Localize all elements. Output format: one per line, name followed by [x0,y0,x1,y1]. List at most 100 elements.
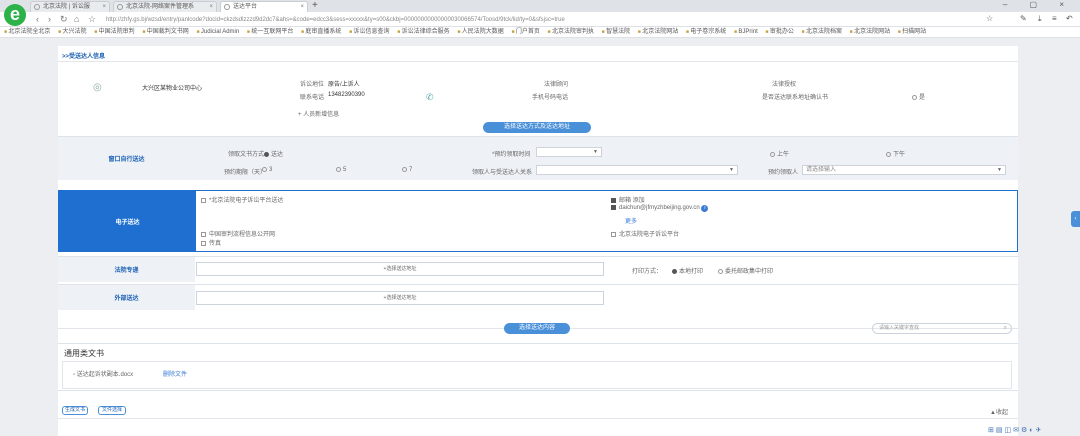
app-checkbox[interactable]: 北京法院电子诉讼平台 [611,229,679,238]
fax-checkbox[interactable]: 传真 [201,238,221,247]
phone-value: 13482390390 [328,92,365,98]
close-icon[interactable]: × [300,2,304,12]
more-link[interactable]: 更多 [625,216,637,225]
bookmark-item[interactable]: 中国裁判文书网 [142,27,189,37]
bookmark-star-icon[interactable]: ☆ [88,14,96,25]
print-opt2: 委托邮政集中打印 [725,269,774,275]
pm-option: 下午 [893,152,906,158]
am-option: 上午 [777,152,790,158]
person-icon: ◎ [93,82,102,93]
bookmark-item[interactable]: 统一互联网平台 [247,27,293,37]
favorite-star-icon[interactable]: ☆ [986,14,993,23]
post-address-input[interactable]: +选择送达地址 [196,262,604,276]
outside-address-input[interactable]: +选择送达地址 [196,291,604,305]
search-input[interactable]: 请输入关键字查找 ⌕ [872,323,1012,334]
wechat-checkbox[interactable]: 中国审判流程信息公开网 [201,229,275,238]
date-select[interactable]: ▼ [536,147,602,157]
am-radio[interactable]: 上午 [770,149,789,158]
download-icon[interactable]: ⤓ [1038,14,1042,24]
recipient-placeholder: 请选择输入 [806,167,837,173]
select-file-button[interactable]: 文件选择 [98,406,126,415]
email-value: daichun@jfmyzhbeijing.gov.cn [619,205,700,211]
refresh-icon[interactable]: ↻ [60,14,68,25]
post-delivery-label: 法院专递 [58,257,195,282]
info-icon[interactable]: i [701,205,709,212]
close-icon[interactable]: × [102,2,106,12]
side-float-button[interactable]: ‹ [1071,211,1080,227]
relation-select[interactable]: ▼ [536,165,738,175]
add-party-link[interactable]: + 人员新增信息 [298,109,339,118]
collapse-toggle[interactable]: ▲收起 [990,407,1008,416]
tab-favicon-icon [34,4,40,10]
menu-icon[interactable]: ≡ [1052,14,1057,23]
window-controls[interactable]: – ▢ × [1003,0,1074,9]
relation-label: 领取人与受送达人关系 [472,170,533,176]
verify-value: 是 [919,95,926,101]
pen-icon[interactable]: ✎ [1020,14,1027,23]
bookmark-item[interactable]: 大兴法院 [58,27,87,37]
tab-label: 送达平台 [233,4,258,10]
browser-tab[interactable]: 北京法院-网络案件管理系 × [113,1,217,12]
platform-checkbox[interactable]: *北京法院电子诉讼平台送达 [201,195,283,204]
browser-tab-active[interactable]: 送达平台 × [220,1,308,12]
home-icon[interactable]: ⌂ [74,14,79,24]
phone-icon[interactable]: ✆ [426,92,434,103]
check-other-label: 传真 [209,241,222,247]
undo-icon[interactable]: ↶ [1066,14,1073,23]
print-postal-radio[interactable]: 委托邮政集中打印 [718,266,773,275]
bookmark-item[interactable]: 北京法院审判执 [548,27,594,37]
print-local-radio[interactable]: 本地打印 [672,266,703,275]
browser-tab[interactable]: 北京法院 | 诉讼服 × [30,1,110,12]
bookmark-item[interactable]: BJPrint [734,27,757,37]
bookmark-item[interactable]: 审批办公 [765,27,794,37]
window-delivery-label: 窗口自行送达 [108,157,145,163]
recipient-select[interactable]: 请选择输入 ▼ [802,165,1006,175]
search-placeholder: 请输入关键字查找 [879,325,920,331]
email-value-row[interactable]: daichun@jfmyzhbeijing.gov.cn i [611,205,709,212]
bookmark-item[interactable]: 北京法院档案 [802,27,842,37]
tab-label: 北京法院 | 诉讼服 [43,4,90,10]
bookmark-item[interactable]: 北京法院网站 [638,27,678,37]
party-name: 大兴区某物业公司中心 [142,86,203,92]
bookmark-item[interactable]: 诉讼法律综合服务 [397,27,450,37]
url-input[interactable]: http://zhfy.gs.bj/wzsd/entry/panlcode?do… [106,15,980,25]
mode-label: 领取文书方式 [228,152,265,158]
bookmark-item[interactable]: 门户首页 [511,27,540,37]
period-radio-3[interactable]: 7 [402,167,412,173]
bookmark-item[interactable]: 北京法院网站 [850,27,890,37]
pm-radio[interactable]: 下午 [886,149,905,158]
select-content-button[interactable]: 选择送达内容 [504,323,570,334]
outside-delivery-block: 外部送达 +选择送达地址 [58,284,1018,310]
phone-label: 联系电话 [300,95,325,101]
electronic-delivery-block: 电子送达 *北京法院电子诉讼平台送达 邮箱 添加 daichun@jfmyzhb… [58,190,1018,252]
browser-tab-bar: 北京法院 | 诉讼服 × 北京法院-网络案件管理系 × 送达平台 × + – ▢… [0,0,1080,12]
select-method-button[interactable]: 选择送达方式及送达地址 [483,122,591,133]
party-type-value: 原告/上诉人 [328,82,360,88]
court-label: 法律顾问 [544,82,569,88]
forward-icon[interactable]: › [48,14,51,24]
bookmark-item[interactable]: 人民法院大数据 [457,27,504,37]
email-checkbox[interactable]: 邮箱 添加 [611,195,645,204]
new-tab-icon[interactable]: + [312,0,318,11]
bookmark-item[interactable]: 诉讼信息查询 [349,27,390,37]
mode-radio[interactable]: 送达 [264,149,283,158]
bookmark-item[interactable]: 中国法院审判 [94,27,135,37]
period-radio-2[interactable]: 5 [336,167,346,173]
bookmark-item[interactable]: 智慧法院 [602,27,630,37]
verify-radio[interactable]: 是 [912,92,925,101]
bookmarks-bar: 北京法院全北京 大兴法院 中国法院审判 中国裁判文书网 Judicial Adm… [0,27,1080,38]
delete-file-link[interactable]: 删除文件 [163,369,187,378]
generate-doc-button[interactable]: 生成文书 [62,406,88,415]
bookmark-item[interactable]: 扫描网站 [898,27,926,37]
bookmark-item[interactable]: 庭审直播系统 [301,27,341,37]
search-icon[interactable]: ⌕ [1004,324,1007,333]
system-tray-icons[interactable]: ⊞▤◫✉⚙◐✈ [988,426,1080,436]
close-icon[interactable]: × [209,2,213,12]
period-radio-1[interactable]: 3 [262,167,272,173]
bookmark-item[interactable]: 电子卷宗系统 [686,27,726,37]
bookmark-item[interactable]: Judicial Admin [196,27,239,37]
mode-option: 送达 [271,152,284,158]
back-icon[interactable]: ‹ [36,14,39,24]
file-name[interactable]: ▫ 送达起诉状副本.docx [73,369,133,378]
bookmark-item[interactable]: 北京法院全北京 [4,27,50,37]
